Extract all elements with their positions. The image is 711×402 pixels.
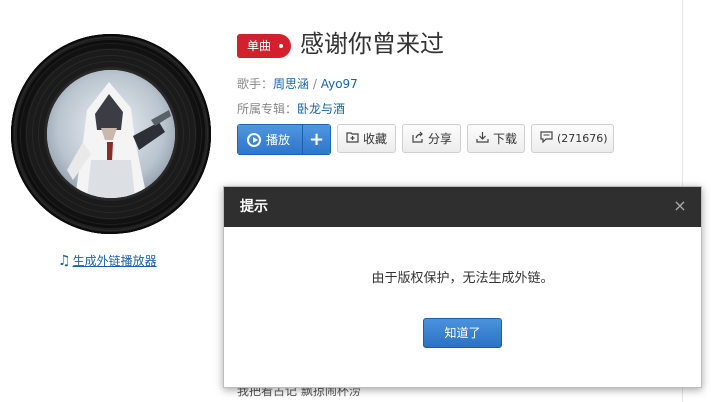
play-label: 播放 [266,133,291,147]
close-icon[interactable]: × [671,197,689,215]
singer-link-2[interactable]: Ayo97 [321,77,358,91]
share-button[interactable]: 分享 [402,124,461,153]
album-label: 所属专辑： [237,102,298,116]
add-to-playlist-button[interactable]: + [302,125,330,154]
collect-label: 收藏 [363,132,388,146]
generate-player-link[interactable]: ♫ 生成外链播放器 [58,252,157,269]
download-label: 下载 [493,132,518,146]
badge-dot-icon [279,44,284,48]
singer-separator: / [309,77,321,91]
vinyl-record [11,34,211,234]
play-button-group: 播放 + [237,124,331,155]
dialog-header: 提示 × [224,187,701,227]
singer-row: 歌手：周思涵 / Ayo97 [237,75,358,92]
singer-link-1[interactable]: 周思涵 [273,77,309,91]
comments-button[interactable]: (271676) [531,124,614,153]
comments-count: (271676) [557,132,608,145]
ok-button[interactable]: 知道了 [423,318,502,348]
singer-label: 歌手： [237,77,274,91]
dialog-message: 由于版权保护，无法生成外链。 [371,271,554,286]
single-badge-label: 单曲 [247,39,272,53]
download-icon [476,131,489,146]
song-title: 感谢你曾来过 [300,30,444,58]
collect-icon [346,131,359,146]
dialog-title: 提示 [240,199,268,215]
album-link[interactable]: 卧龙与酒 [297,102,345,116]
notice-dialog: 提示 × 由于版权保护，无法生成外链。 知道了 [223,186,702,388]
download-button[interactable]: 下载 [467,124,525,153]
share-label: 分享 [428,132,453,146]
album-row: 所属专辑：卧龙与酒 [237,100,345,117]
player-link-label: 生成外链播放器 [72,254,157,268]
comment-icon [540,131,553,146]
single-badge: 单曲 [237,34,292,58]
collect-button[interactable]: 收藏 [337,124,396,153]
album-cover-image[interactable] [47,70,175,198]
play-button[interactable]: 播放 [238,125,302,154]
music-note-icon: ♫ [58,253,71,269]
share-icon [411,131,424,146]
play-icon [247,132,261,147]
